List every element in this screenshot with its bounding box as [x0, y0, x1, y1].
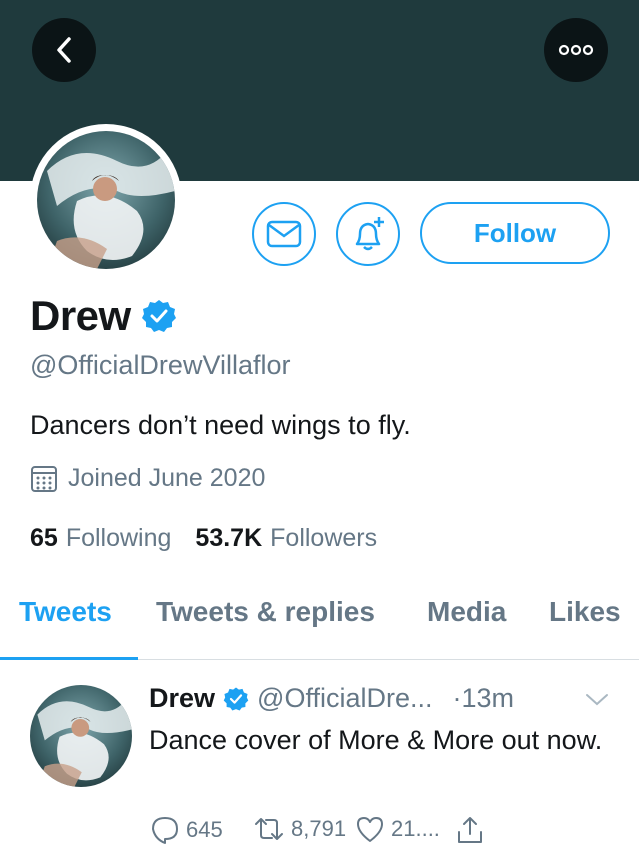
- tweet-avatar[interactable]: [30, 685, 132, 787]
- retweet-count: 8,791: [291, 816, 347, 841]
- verified-badge-icon: [223, 686, 249, 712]
- message-button[interactable]: [252, 202, 316, 266]
- verified-badge-icon: [141, 298, 177, 334]
- tab-tweets[interactable]: Tweets: [19, 596, 112, 628]
- bell-plus-icon: [348, 214, 388, 254]
- notifications-button[interactable]: [336, 202, 400, 266]
- joined-date-row: Joined June 2020: [30, 464, 265, 493]
- reply-icon: [150, 815, 186, 845]
- active-tab-indicator: [0, 657, 138, 660]
- calendar-icon: [30, 465, 58, 493]
- retweet-icon: [253, 815, 291, 843]
- following-count: 65: [30, 524, 58, 552]
- followers-link[interactable]: 53.7K Followers: [195, 524, 377, 553]
- chevron-down-icon[interactable]: [585, 693, 609, 712]
- like-button[interactable]: 21....: [355, 815, 440, 843]
- profile-tabs: Tweets Tweets & replies Media Likes: [0, 590, 639, 660]
- avatar-photo: [37, 131, 175, 269]
- chevron-left-icon: [53, 35, 75, 65]
- following-link[interactable]: 65 Following: [30, 524, 171, 553]
- reply-count: 645: [186, 817, 223, 842]
- tweet-item[interactable]: Drew @OfficialDre... ·13m Dance cover of…: [0, 661, 639, 857]
- tab-likes[interactable]: Likes: [549, 596, 621, 628]
- back-button[interactable]: [32, 18, 96, 82]
- profile-handle: @OfficialDrewVillaflor: [30, 350, 291, 380]
- share-icon: [455, 815, 491, 845]
- tweet-author-handle[interactable]: @OfficialDre...: [257, 683, 432, 714]
- follow-button[interactable]: Follow: [420, 202, 610, 264]
- tab-tweets-replies[interactable]: Tweets & replies: [156, 596, 375, 628]
- like-count: 21....: [391, 816, 440, 841]
- joined-date: Joined June 2020: [68, 464, 266, 492]
- more-options-button[interactable]: [544, 18, 608, 82]
- envelope-icon: [266, 220, 302, 248]
- followers-label: Followers: [270, 524, 378, 552]
- more-icon: [558, 44, 594, 56]
- following-label: Following: [65, 524, 172, 552]
- profile-avatar[interactable]: [30, 124, 182, 276]
- tweet-header: Drew @OfficialDre... ·13m: [149, 683, 514, 714]
- followers-count: 53.7K: [195, 524, 263, 552]
- tweet-text: Dance cover of More & More out now.: [149, 725, 603, 755]
- tab-media[interactable]: Media: [427, 596, 506, 628]
- retweet-button[interactable]: 8,791: [253, 815, 346, 843]
- heart-icon: [355, 815, 391, 843]
- share-button[interactable]: [455, 815, 491, 845]
- display-name-row: Drew: [30, 292, 177, 340]
- display-name: Drew: [30, 292, 131, 339]
- profile-bio: Dancers don’t need wings to fly.: [30, 410, 411, 440]
- follow-counts: 65 Following 53.7K Followers: [30, 524, 401, 553]
- tweet-author-name[interactable]: Drew: [149, 683, 215, 714]
- reply-button[interactable]: 645: [150, 815, 223, 845]
- tweet-actions: 645 8,791 21....: [150, 815, 550, 849]
- tweet-timestamp: ·13m: [452, 683, 514, 713]
